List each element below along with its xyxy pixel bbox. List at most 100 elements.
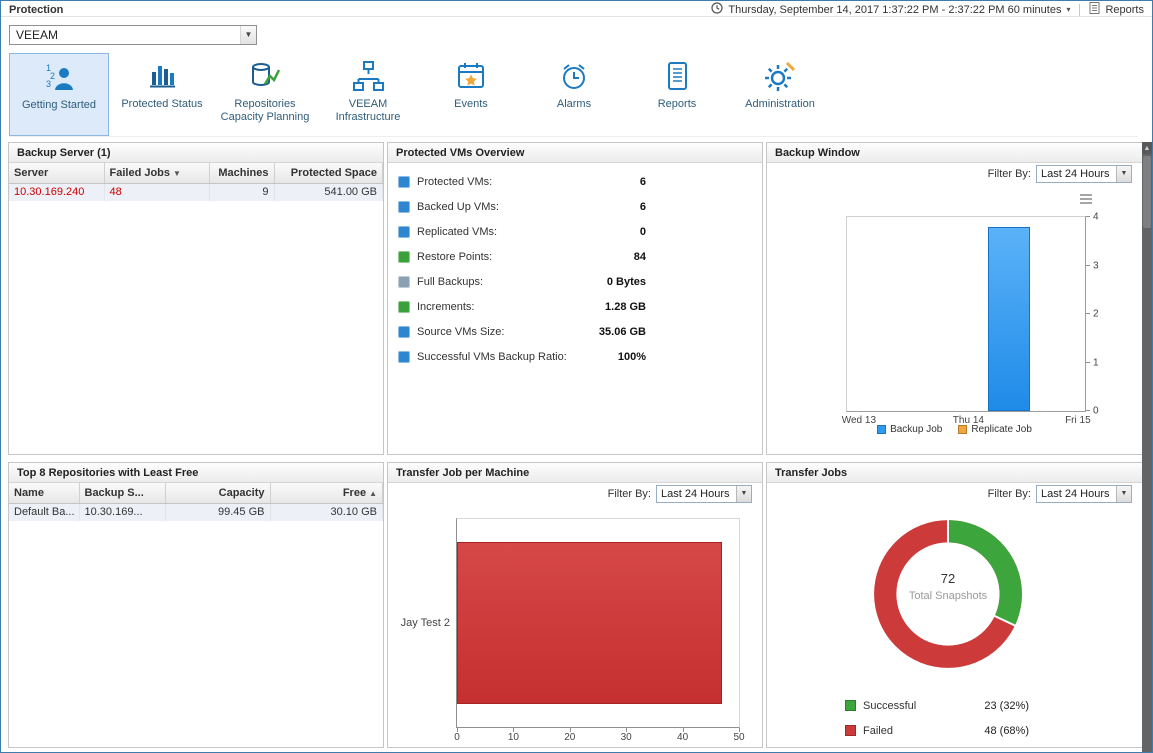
panel-title: Top 8 Repositories with Least Free [9, 463, 383, 483]
column-header[interactable]: Name [9, 483, 79, 503]
column-header[interactable]: Protected Space [274, 163, 383, 183]
top-repositories-table: Name Backup S... CapacityFree▲ Default Ba.… [9, 483, 383, 521]
column-label: Failed Jobs [110, 167, 171, 179]
chart-bar[interactable] [988, 227, 1030, 411]
column-label: Backup S... [85, 487, 144, 499]
toolbar-item-label: Reports [627, 98, 727, 111]
stat-row: Successful VMs Backup Ratio:100% [398, 344, 646, 369]
backup-window-filter-select[interactable]: Last 24 Hours ▼ [1036, 165, 1132, 183]
chevron-down-icon: ▼ [240, 26, 256, 44]
reports-button[interactable]: Reports [1105, 4, 1144, 16]
table-row[interactable]: 10.30.169.240489541.00 GB [9, 183, 383, 201]
x-axis-label: 40 [677, 732, 688, 743]
protected-vms-stats: Protected VMs:6Backed Up VMs:6Replicated… [388, 163, 762, 369]
transfer-machine-filter-select[interactable]: Last 24 Hours ▼ [656, 485, 752, 503]
column-header[interactable]: Server [9, 163, 104, 183]
toolbar-item-administration[interactable]: Administration [730, 53, 830, 136]
stat-value: 35.06 GB [599, 326, 646, 338]
table-cell: 10.30.169.240 [9, 183, 104, 201]
svg-text:3: 3 [46, 79, 51, 89]
table-cell: 10.30.169... [79, 503, 165, 521]
scope-selector[interactable]: VEEAM ▼ [9, 25, 257, 45]
datetime-chevron-down-icon[interactable]: ▾ [1066, 5, 1070, 14]
scroll-up-arrow-icon[interactable]: ▲ [1142, 142, 1152, 154]
column-header[interactable]: Failed Jobs▼ [104, 163, 209, 183]
datetime-range-selector[interactable]: Thursday, September 14, 2017 1:37:22 PM … [728, 4, 1061, 16]
legend-swatch [958, 425, 967, 434]
legend-swatch [877, 425, 886, 434]
y-axis-tick [1086, 313, 1090, 314]
transfer-machine-plot: 01020304050Jay Test 2 [456, 518, 740, 728]
column-header[interactable]: Capacity [165, 483, 270, 503]
table-row[interactable]: Default Ba...10.30.169...99.45 GB30.10 G… [9, 503, 383, 521]
events-icon [453, 58, 489, 94]
table-cell: 99.45 GB [165, 503, 270, 521]
panel-protected-vms-overview: Protected VMs Overview Protected VMs:6Ba… [387, 142, 763, 455]
stat-label: Increments: [417, 301, 474, 313]
column-header[interactable]: Backup S... [79, 483, 165, 503]
panel-title: Protected VMs Overview [388, 143, 762, 163]
toolbar-item-alarms[interactable]: Alarms [524, 53, 624, 136]
legend-item: Replicate Job [958, 424, 1032, 435]
infrastructure-icon [350, 58, 386, 94]
filter-value: Last 24 Hours [1037, 488, 1116, 500]
stat-row: Increments: 1.28 GB [398, 294, 646, 319]
toolbar-item-label: VEEAM Infrastructure [318, 98, 418, 124]
column-header[interactable]: Machines [209, 163, 274, 183]
table-header-row: ServerFailed Jobs▼MachinesProtected Spac… [9, 163, 383, 183]
toolbar-item-veeam-infrastructure[interactable]: VEEAM Infrastructure [318, 53, 418, 136]
vertical-scrollbar[interactable]: ▲ [1142, 142, 1152, 752]
chevron-down-icon: ▼ [1116, 166, 1131, 182]
panel-title: Transfer Jobs [767, 463, 1142, 483]
panel-backup-window: Backup Window Filter By: Last 24 Hours ▼… [766, 142, 1143, 455]
legend-label: Successful [863, 700, 916, 712]
backed-up-vms-icon [398, 201, 410, 213]
legend-label: Failed [863, 725, 893, 737]
stat-value: 100% [618, 351, 646, 363]
clock-icon [711, 2, 723, 17]
stat-row: Replicated VMs:0 [398, 219, 646, 244]
panel-title: Transfer Job per Machine [388, 463, 762, 483]
y-axis-label: 3 [1093, 260, 1099, 271]
panel-title: Backup Window [767, 143, 1142, 163]
toolbar-item-reports[interactable]: Reports [627, 53, 727, 136]
stat-label: Restore Points: [417, 251, 492, 263]
legend-label: Replicate Job [971, 424, 1032, 435]
table-cell: 9 [209, 183, 274, 201]
toolbar-item-repositories-capacity-planning[interactable]: Repositories Capacity Planning [215, 53, 315, 136]
restore-points-icon [398, 251, 410, 263]
backup-server-table: ServerFailed Jobs▼MachinesProtected Spac… [9, 163, 383, 201]
toolbar-item-getting-started[interactable]: 123 Getting Started [9, 53, 109, 136]
table-header-row: Name Backup S... CapacityFree▲ [9, 483, 383, 503]
stat-value: 1.28 GB [605, 301, 646, 313]
panel-title: Backup Server (1) [9, 143, 383, 163]
table-cell: 30.10 GB [270, 503, 383, 521]
chart-options-icon[interactable] [1080, 194, 1092, 207]
donut-total-value: 72 [867, 571, 1029, 586]
x-axis-label: 0 [454, 732, 460, 743]
column-header[interactable]: Free▲ [270, 483, 383, 503]
stat-label: Backed Up VMs: [417, 201, 499, 213]
panel-backup-server: Backup Server (1) ServerFailed Jobs▼Mach… [8, 142, 384, 455]
stat-value: 84 [634, 251, 646, 263]
filter-value: Last 24 Hours [657, 488, 736, 500]
scrollbar-thumb[interactable] [1143, 156, 1151, 228]
toolbar-item-events[interactable]: Events [421, 53, 521, 136]
legend-value: 48 (68%) [984, 725, 1029, 737]
administration-icon [762, 58, 798, 94]
donut-total-label: Total Snapshots [867, 590, 1029, 602]
table-cell: 48 [104, 183, 209, 201]
stat-row: Backed Up VMs:6 [398, 194, 646, 219]
column-label: Free [343, 487, 366, 499]
chart-bar[interactable] [457, 542, 722, 704]
y-axis-label: 4 [1093, 212, 1099, 223]
top-bar: Protection Thursday, September 14, 2017 … [1, 1, 1152, 17]
stat-row: Full Backups:0 Bytes [398, 269, 646, 294]
y-axis-tick [1086, 265, 1090, 266]
toolbar-item-label: Getting Started [10, 99, 108, 112]
sort-arrow-icon: ▼ [173, 169, 181, 178]
transfer-jobs-filter-select[interactable]: Last 24 Hours ▼ [1036, 485, 1132, 503]
filter-value: Last 24 Hours [1037, 168, 1116, 180]
toolbar-item-protected-status[interactable]: Protected Status [112, 53, 212, 136]
protected-vms-icon [398, 176, 410, 188]
